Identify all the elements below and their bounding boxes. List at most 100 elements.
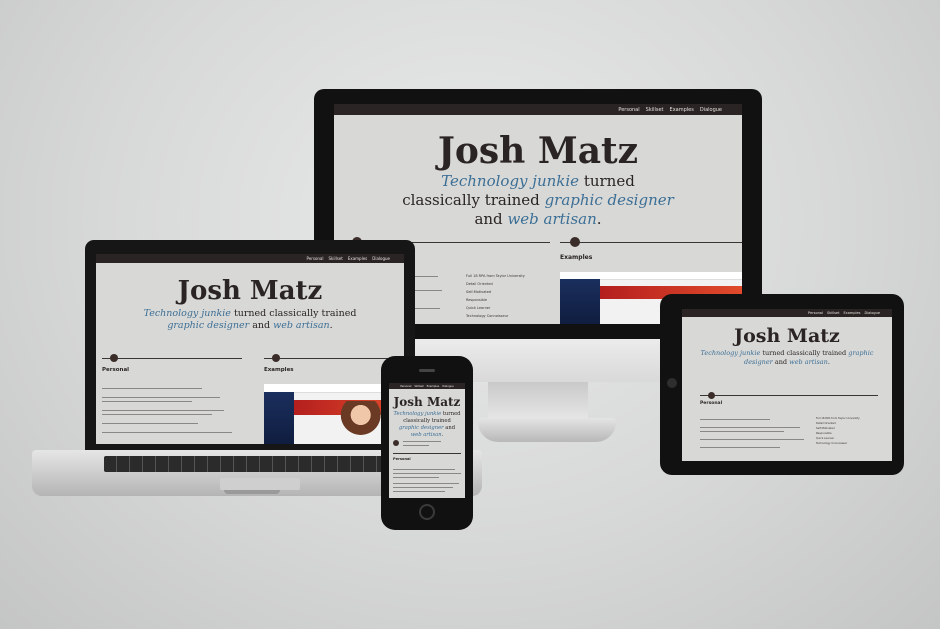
- bullet-item: Responsible: [816, 432, 832, 435]
- laptop-notch: [224, 490, 280, 494]
- nav-skillset[interactable]: Skillset: [827, 311, 840, 315]
- nav-personal[interactable]: Personal: [808, 311, 823, 315]
- site-tagline: Technology junkie turned classically tra…: [96, 308, 404, 332]
- tagline-highlight-3: web artisan: [507, 210, 597, 228]
- nav-skillset[interactable]: Skillset: [646, 107, 664, 113]
- text-line: [403, 445, 429, 446]
- section-dot-right: [570, 237, 580, 247]
- nav-dialogue[interactable]: Dialogue: [372, 256, 390, 261]
- nav-dialogue[interactable]: Dialogue: [442, 385, 454, 388]
- bullet-item: Detail Oriented: [466, 282, 493, 286]
- nav-examples[interactable]: Examples: [670, 107, 694, 113]
- tagline-text-2: and: [249, 320, 274, 331]
- nav-personal[interactable]: Personal: [618, 107, 639, 113]
- bullet-item: Full 18 RPA from Taylor University: [816, 417, 860, 420]
- tagline-text-1: turned classically trained: [230, 308, 357, 319]
- text-line: [403, 441, 441, 442]
- section-rule-left: [102, 358, 242, 359]
- site-tagline: Technology junkie turned classically tra…: [389, 411, 465, 439]
- laptop-trackpad: [220, 478, 300, 490]
- nav-dialogue[interactable]: Dialogue: [864, 311, 880, 315]
- thumb-photo: [340, 400, 387, 436]
- text-line: [102, 432, 232, 433]
- text-line: [102, 414, 212, 415]
- text-line: [393, 473, 461, 474]
- laptop-keyboard: [104, 456, 408, 472]
- text-line: [393, 487, 453, 488]
- nav-examples[interactable]: Examples: [427, 385, 440, 388]
- site-navbar: Personal Skillset Examples Dialogue: [389, 383, 465, 389]
- section-rule-right: [560, 242, 742, 243]
- example-thumbnail[interactable]: [264, 384, 400, 444]
- tagline-text-1: turned classically trained: [760, 349, 849, 357]
- tagline-text-3: .: [596, 210, 602, 228]
- nav-dialogue[interactable]: Dialogue: [700, 107, 722, 113]
- tagline-text-2: and: [443, 425, 456, 431]
- nav-examples[interactable]: Examples: [843, 311, 860, 315]
- tagline-highlight-1: Technology junkie: [393, 411, 442, 417]
- site-navbar: Personal Skillset Examples Dialogue: [682, 309, 892, 317]
- site-tagline: Technology junkie turned classically tra…: [682, 349, 892, 367]
- text-line: [393, 491, 445, 492]
- tagline-text-3: .: [441, 432, 444, 438]
- tablet-home-button: [667, 378, 677, 388]
- section-heading-personal: Personal: [700, 401, 723, 406]
- imac-stand-neck: [488, 382, 588, 422]
- section-dot: [708, 392, 715, 399]
- tagline-highlight-1: Technology junkie: [441, 172, 580, 190]
- section-heading-personal: Personal: [393, 457, 411, 461]
- tagline-text-3: .: [827, 358, 830, 366]
- nav-skillset[interactable]: Skillset: [329, 256, 343, 261]
- bullet-item: Self-Motivated: [816, 427, 835, 430]
- nav-personal[interactable]: Personal: [306, 256, 323, 261]
- section-rule: [700, 395, 878, 396]
- tagline-highlight-1: Technology junkie: [700, 349, 761, 357]
- site-title: Josh Matz: [734, 325, 840, 347]
- text-line: [393, 483, 459, 484]
- phone-screen: Personal Skillset Examples Dialogue Josh…: [389, 383, 465, 498]
- bullet-item: Detail Oriented: [816, 422, 836, 425]
- nav-skillset[interactable]: Skillset: [414, 385, 423, 388]
- section-dot-left: [110, 354, 118, 362]
- tablet-screen: Personal Skillset Examples Dialogue Josh…: [682, 309, 892, 461]
- tagline-highlight-2: graphic designer: [544, 191, 674, 209]
- tagline-text-2: and: [772, 358, 790, 366]
- tagline-highlight-3: web artisan: [410, 432, 442, 438]
- phone-home-button: [419, 504, 435, 520]
- section-heading-examples: Examples: [264, 367, 294, 373]
- text-line: [700, 419, 770, 420]
- section-rule: [393, 453, 461, 454]
- nav-examples[interactable]: Examples: [348, 256, 367, 261]
- text-line: [700, 447, 780, 448]
- text-line: [700, 431, 784, 432]
- section-heading-personal: Personal: [102, 367, 130, 373]
- section-rule-right: [264, 358, 400, 359]
- laptop-screen: Personal Skillset Examples Dialogue Josh…: [96, 254, 404, 444]
- thumb-sidebar: [560, 279, 601, 324]
- site-title: Josh Matz: [393, 395, 461, 409]
- site-tagline: Technology junkie turned classically tra…: [334, 172, 742, 229]
- text-line: [102, 397, 220, 398]
- thumb-sidebar: [264, 392, 294, 444]
- bullet-item: Full 18 RPA from Taylor University: [466, 274, 525, 278]
- site-title: Josh Matz: [437, 130, 639, 172]
- bullet-item: Quick Learner: [466, 306, 491, 310]
- tagline-highlight-2: graphic designer: [398, 425, 444, 431]
- tagline-text-3: .: [329, 320, 333, 331]
- bullet-item: Technology Connoisseur: [816, 442, 848, 445]
- text-line: [102, 423, 198, 424]
- tagline-text-2: and: [474, 210, 508, 228]
- site-navbar: Personal Skillset Examples Dialogue: [334, 104, 742, 115]
- bullet-item: Self-Motivated: [466, 290, 492, 294]
- section-heading-examples: Examples: [560, 254, 593, 261]
- bullet-item: Responsible: [466, 298, 487, 302]
- tagline-highlight-2: graphic designer: [167, 320, 250, 331]
- nav-personal[interactable]: Personal: [400, 385, 411, 388]
- bullet-item: Quick Learner: [816, 437, 835, 440]
- section-dot: [393, 440, 399, 446]
- text-line: [393, 477, 439, 478]
- text-line: [700, 439, 804, 440]
- section-dot-right: [272, 354, 280, 362]
- tagline-highlight-3: web artisan: [789, 358, 828, 366]
- imac-stand-foot: [478, 418, 616, 442]
